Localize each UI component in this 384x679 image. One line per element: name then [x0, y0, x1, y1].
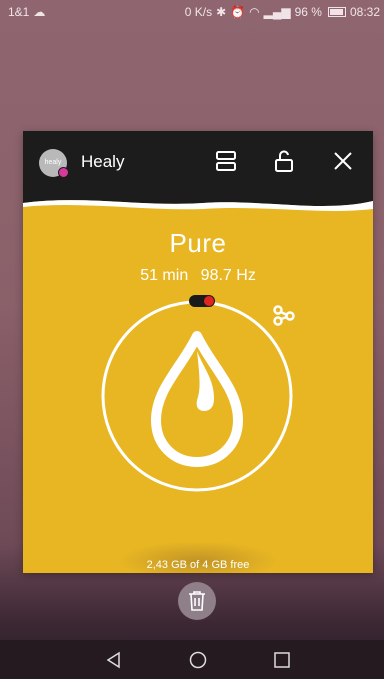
healy-logo: healy	[39, 149, 69, 178]
cloud-icon: ☁	[33, 5, 46, 19]
app-header: healy Healy	[23, 131, 373, 191]
session-toggle[interactable]	[189, 295, 215, 307]
close-icon[interactable]	[330, 148, 356, 174]
program-name: Pure	[169, 228, 227, 258]
battery-percent: 96 %	[294, 5, 322, 19]
carrier-label: 1&1	[8, 5, 30, 19]
home-icon[interactable]	[188, 650, 208, 670]
program-dial[interactable]	[100, 299, 294, 493]
trash-icon	[189, 591, 205, 611]
storage-info: 2,43 GB of 4 GB free	[146, 559, 250, 571]
wifi-icon: ◠	[249, 5, 260, 19]
back-icon[interactable]	[104, 650, 124, 670]
logo-badge	[58, 167, 69, 178]
recents-icon[interactable]	[272, 650, 292, 670]
status-bar: 1&1 ☁ 0 K/s ✱ ⏰ ◠ ▂▄▆ 96 % 08:32	[0, 0, 384, 24]
recent-app-card[interactable]: healy Healy Pure 51 min 98.7 Hz 2,43 GB …	[23, 131, 373, 573]
bluetooth-icon: ✱	[216, 5, 227, 19]
program-frequency: 98.7 Hz	[200, 267, 256, 284]
network-speed: 0 K/s	[184, 5, 213, 19]
program-meta: 51 min 98.7 Hz	[23, 267, 373, 285]
app-title: Healy	[81, 152, 125, 171]
navigation-bar	[0, 640, 384, 679]
clock: 08:32	[349, 5, 380, 19]
header-wave	[23, 189, 373, 211]
toggle-knob	[204, 296, 214, 306]
program-duration: 51 min	[140, 267, 189, 284]
clear-recents-button[interactable]	[178, 582, 216, 620]
link-icon[interactable]	[272, 304, 296, 328]
unlock-icon[interactable]	[271, 148, 297, 174]
alarm-icon: ⏰	[230, 5, 246, 19]
split-screen-icon[interactable]	[213, 148, 239, 174]
battery-icon	[327, 7, 346, 17]
logo-text: healy	[44, 159, 62, 166]
signal-icon: ▂▄▆	[263, 5, 291, 19]
drop-icon	[151, 331, 243, 467]
